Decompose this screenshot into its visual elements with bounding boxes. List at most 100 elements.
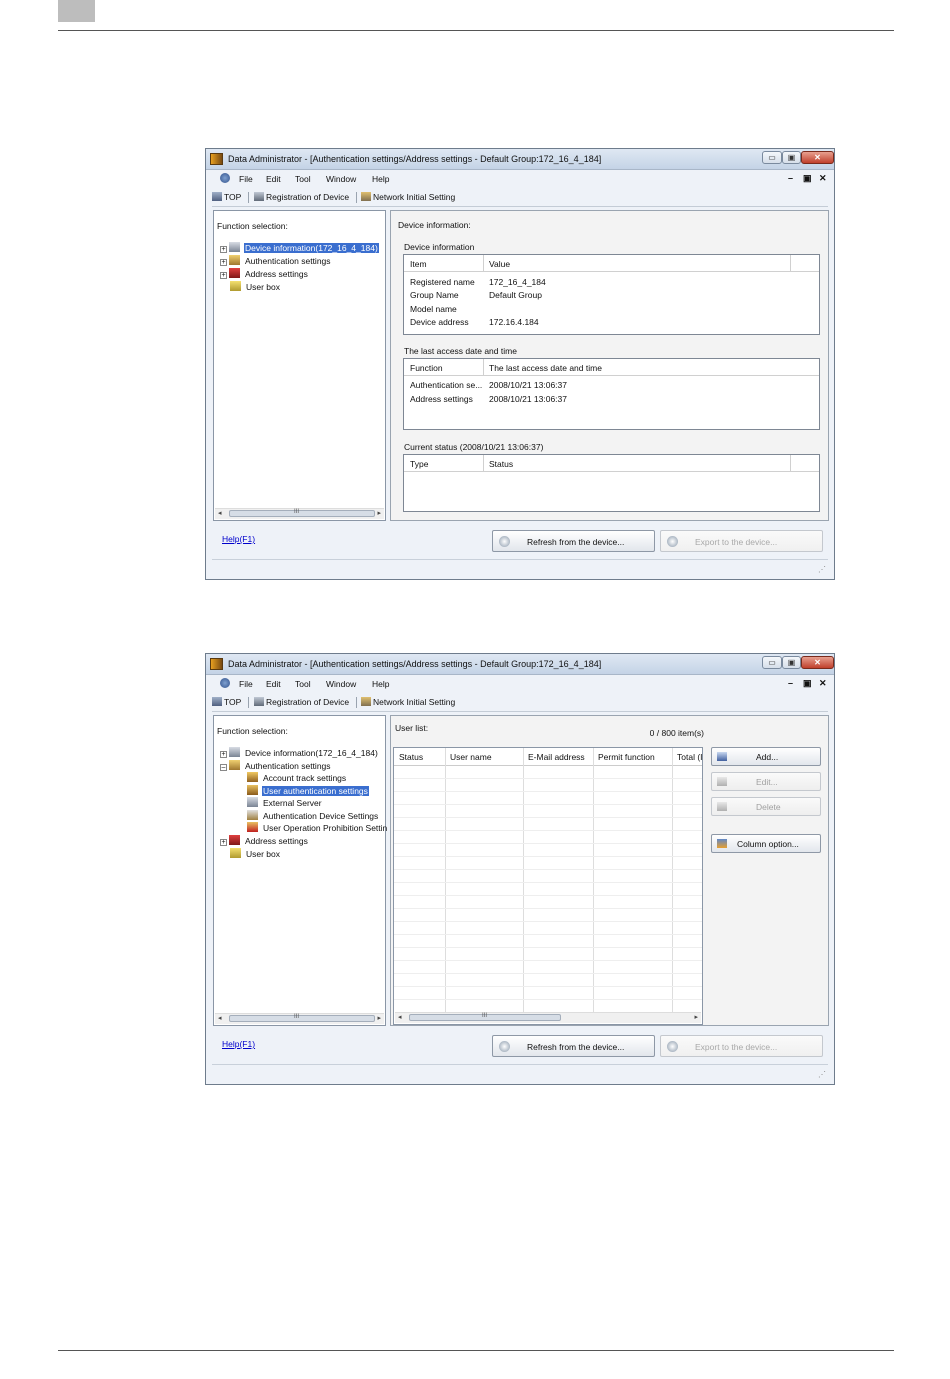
maximize-button[interactable]: ▣ (782, 656, 801, 669)
mdi-close-button[interactable]: ✕ (819, 678, 827, 689)
toolbar-separator (248, 697, 249, 708)
menu-edit[interactable]: Edit (266, 679, 281, 689)
tree-node-user-box[interactable]: User box (230, 281, 281, 293)
column-option-button[interactable]: Column option... (711, 834, 821, 853)
document-icon[interactable] (220, 678, 230, 688)
collapse-icon[interactable]: – (220, 764, 227, 771)
scroll-left-arrow[interactable]: ◂ (218, 509, 222, 517)
tree-node-authentication-settings[interactable]: – Authentication settings (220, 760, 332, 772)
horizontal-scrollbar[interactable]: ◂ III ▸ (215, 508, 384, 519)
horizontal-scrollbar[interactable]: ◂ III ▸ (215, 1013, 384, 1024)
column-header-user-name[interactable]: User name (450, 752, 492, 762)
column-header-status[interactable]: Status (489, 459, 513, 469)
document-icon[interactable] (220, 173, 230, 183)
title-bar[interactable]: Data Administrator - [Authentication set… (206, 654, 834, 675)
user-icon (247, 785, 258, 795)
column-header-value[interactable]: Value (489, 259, 510, 269)
tree-node-address-settings[interactable]: + Address settings (220, 268, 309, 280)
tree-node-device-information[interactable]: + Device information(172_16_4_184) (220, 242, 379, 254)
menu-file[interactable]: File (239, 174, 253, 184)
tree-node-label: Authentication Device Settings (263, 811, 379, 821)
maximize-button[interactable]: ▣ (782, 151, 801, 164)
scroll-right-arrow[interactable]: ▸ (694, 1013, 698, 1021)
expand-icon[interactable]: + (220, 246, 227, 253)
column-header-function[interactable]: Function (410, 363, 443, 373)
app-icon (210, 658, 223, 670)
scroll-right-arrow[interactable]: ▸ (377, 1014, 381, 1022)
registration-of-device-button[interactable]: Registration of Device (254, 697, 349, 707)
tree-node-external-server[interactable]: External Server (247, 797, 323, 809)
tree-node-user-authentication-settings[interactable]: User authentication settings (247, 785, 369, 797)
close-button[interactable]: ✕ (801, 151, 834, 164)
close-button[interactable]: ✕ (801, 656, 834, 669)
mdi-minimize-button[interactable]: – (788, 173, 793, 183)
last-access-list[interactable]: Function The last access date and time A… (403, 358, 820, 430)
minimize-button[interactable]: ▭ (762, 656, 782, 669)
expand-icon[interactable]: + (220, 272, 227, 279)
list-header: Type Status (404, 455, 819, 472)
mdi-close-button[interactable]: ✕ (819, 173, 827, 184)
title-bar[interactable]: Data Administrator - [Authentication set… (206, 149, 834, 170)
grid-row-line (394, 817, 702, 818)
tree-node-device-information[interactable]: + Device information(172_16_4_184) (220, 747, 379, 759)
column-header-permit-function[interactable]: Permit function (598, 752, 655, 762)
menu-window[interactable]: Window (326, 174, 356, 184)
mdi-restore-button[interactable]: ▣ (803, 678, 812, 689)
menu-tool[interactable]: Tool (295, 174, 311, 184)
grid-horizontal-scrollbar[interactable]: ◂ III ▸ (395, 1012, 701, 1023)
column-header-total[interactable]: Total (I (677, 752, 702, 762)
scroll-thumb[interactable]: III (229, 509, 375, 517)
tree-node-account-track-settings[interactable]: Account track settings (247, 772, 347, 784)
expand-icon[interactable]: + (220, 839, 227, 846)
scroll-thumb[interactable]: III (229, 1014, 375, 1022)
tree-node-authentication-settings[interactable]: + Authentication settings (220, 255, 332, 267)
network-initial-setting-button[interactable]: Network Initial Setting (361, 192, 455, 202)
column-header-email[interactable]: E-Mail address (528, 752, 585, 762)
grid-row-line (394, 973, 702, 974)
tree-node-address-settings[interactable]: + Address settings (220, 835, 309, 847)
column-header-type[interactable]: Type (410, 459, 428, 469)
column-header-status[interactable]: Status (399, 752, 423, 762)
menu-file[interactable]: File (239, 679, 253, 689)
tree-node-user-box[interactable]: User box (230, 848, 281, 860)
function-selection-pane: Function selection: + Device information(… (213, 210, 386, 521)
device-information-list[interactable]: Item Value Registered name 172_16_4_184 … (403, 254, 820, 335)
scroll-right-arrow[interactable]: ▸ (377, 509, 381, 517)
add-button[interactable]: Add... (711, 747, 821, 766)
minimize-button[interactable]: ▭ (762, 151, 782, 164)
help-link[interactable]: Help(F1) (222, 1039, 255, 1049)
scroll-thumb[interactable]: III (409, 1013, 561, 1021)
expand-icon[interactable]: + (220, 751, 227, 758)
resize-grip-icon[interactable]: ⋰ (818, 565, 826, 574)
menu-help[interactable]: Help (372, 174, 389, 184)
scroll-left-arrow[interactable]: ◂ (398, 1013, 402, 1021)
scroll-left-arrow[interactable]: ◂ (218, 1014, 222, 1022)
menu-tool[interactable]: Tool (295, 679, 311, 689)
column-header-item[interactable]: Item (410, 259, 427, 269)
scroll-grip: III (294, 509, 300, 515)
menu-edit[interactable]: Edit (266, 174, 281, 184)
expand-icon[interactable]: + (220, 259, 227, 266)
menu-window[interactable]: Window (326, 679, 356, 689)
menu-help[interactable]: Help (372, 679, 389, 689)
tree-node-user-operation-prohibition[interactable]: User Operation Prohibition Settin (247, 822, 388, 834)
top-button[interactable]: TOP (212, 697, 241, 707)
mdi-restore-button[interactable]: ▣ (803, 173, 812, 184)
mdi-minimize-button[interactable]: – (788, 678, 793, 688)
grid-row-line (394, 843, 702, 844)
tree-node-label: Device information(172_16_4_184) (244, 243, 379, 253)
network-initial-setting-button[interactable]: Network Initial Setting (361, 697, 455, 707)
resize-grip-icon[interactable]: ⋰ (818, 1070, 826, 1079)
refresh-from-device-button[interactable]: Refresh from the device... (492, 530, 655, 552)
current-status-list[interactable]: Type Status (403, 454, 820, 512)
help-link[interactable]: Help(F1) (222, 534, 255, 544)
user-list-grid[interactable]: Status User name E-Mail address Permit f… (393, 747, 703, 1025)
registration-of-device-button[interactable]: Registration of Device (254, 192, 349, 202)
refresh-from-device-button[interactable]: Refresh from the device... (492, 1035, 655, 1057)
data-administrator-window-device-info: Data Administrator - [Authentication set… (205, 148, 835, 580)
top-button[interactable]: TOP (212, 192, 241, 202)
column-header-access-time[interactable]: The last access date and time (489, 363, 602, 373)
refresh-label: Refresh from the device... (527, 537, 625, 547)
grid-row-line (394, 986, 702, 987)
tree-node-authentication-device-settings[interactable]: Authentication Device Settings (247, 810, 379, 822)
